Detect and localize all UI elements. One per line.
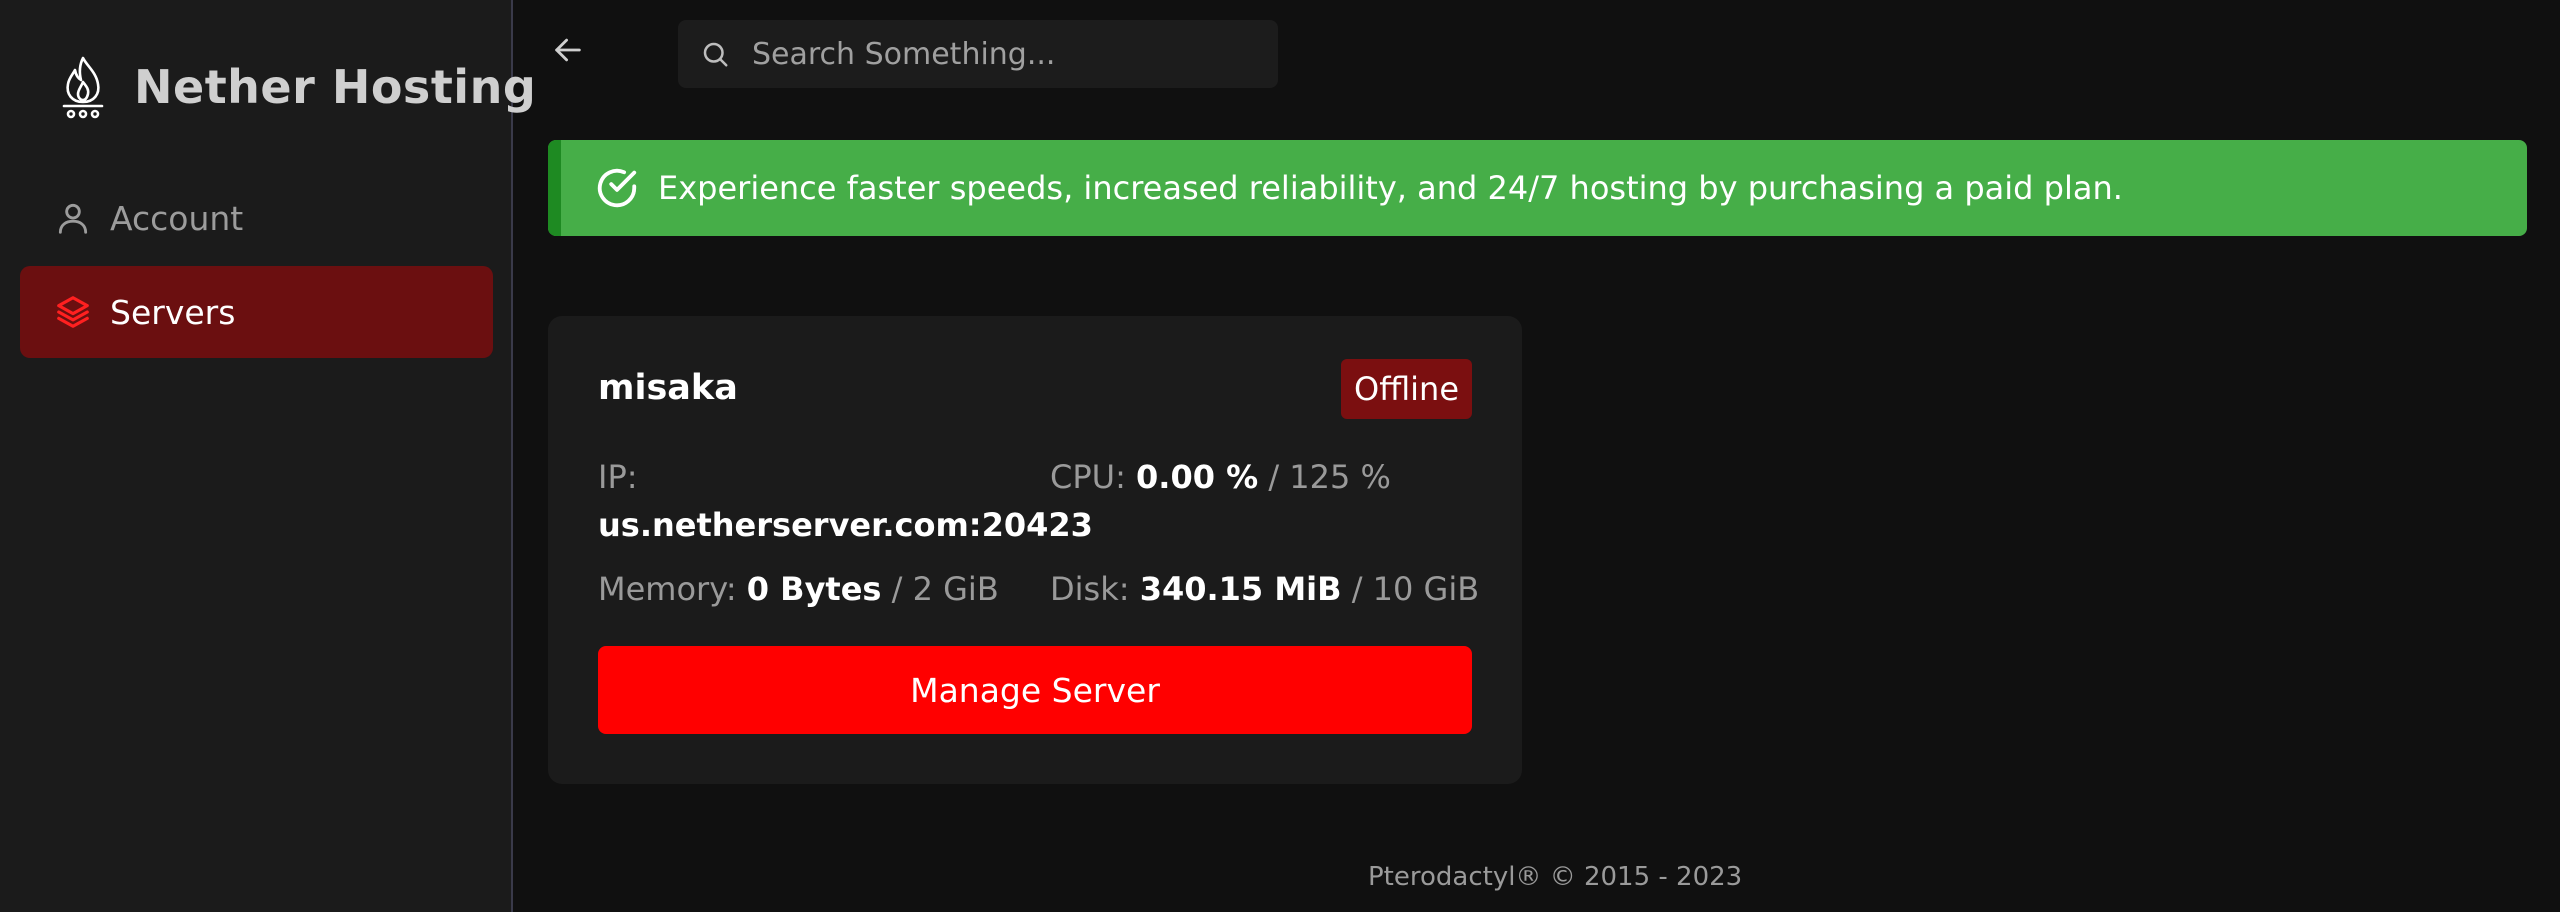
ip-label: IP: <box>598 458 638 496</box>
upgrade-banner: Experience faster speeds, increased reli… <box>548 140 2527 236</box>
user-icon <box>54 199 92 237</box>
disk-used: 340.15 MiB <box>1139 570 1342 608</box>
cpu-stat: CPU: 0.00 % / 125 % <box>1050 458 1391 496</box>
cpu-limit: / 125 % <box>1268 458 1391 496</box>
memory-limit: / 2 GiB <box>891 570 999 608</box>
memory-stat: Memory: 0 Bytes / 2 GiB <box>598 570 999 608</box>
cpu-label: CPU: <box>1050 458 1126 496</box>
search-icon <box>700 39 730 69</box>
memory-used: 0 Bytes <box>746 570 882 608</box>
footer-copyright: Pterodactyl® © 2015 - 2023 <box>1368 862 1743 892</box>
search-input[interactable] <box>750 35 1254 73</box>
server-name: misaka <box>598 368 738 408</box>
banner-text: Experience faster speeds, increased reli… <box>658 169 2123 207</box>
sidebar: Nether Hosting Account Servers <box>0 0 536 912</box>
disk-stat: Disk: 340.15 MiB / 10 GiB <box>1050 570 1479 608</box>
back-button[interactable] <box>548 32 588 72</box>
server-card[interactable]: misaka Offline IP: us.netherserver.com:2… <box>548 316 1522 784</box>
manage-server-button[interactable]: Manage Server <box>598 646 1472 734</box>
sidebar-item-servers[interactable]: Servers <box>20 266 493 358</box>
disk-label: Disk: <box>1050 570 1130 608</box>
check-circle-icon <box>548 165 640 211</box>
disk-limit: / 10 GiB <box>1351 570 1480 608</box>
app-root: Nether Hosting Account Servers Search So… <box>0 0 2560 912</box>
brand[interactable]: Nether Hosting <box>58 52 536 122</box>
sidebar-item-account[interactable]: Account <box>20 172 493 264</box>
sidebar-item-label: Account <box>110 198 244 238</box>
status-badge: Offline <box>1341 359 1472 419</box>
banner-accent <box>548 140 561 236</box>
memory-label: Memory: <box>598 570 737 608</box>
layers-icon <box>54 293 92 331</box>
cpu-used: 0.00 % <box>1136 458 1259 496</box>
ip-value: us.netherserver.com:20423 <box>598 506 1093 544</box>
brand-name: Nether Hosting <box>134 60 537 114</box>
arrow-left-icon <box>551 33 585 71</box>
sidebar-item-label: Servers <box>110 292 236 332</box>
search-box[interactable] <box>678 20 1278 88</box>
flame-logo-icon <box>58 54 108 120</box>
